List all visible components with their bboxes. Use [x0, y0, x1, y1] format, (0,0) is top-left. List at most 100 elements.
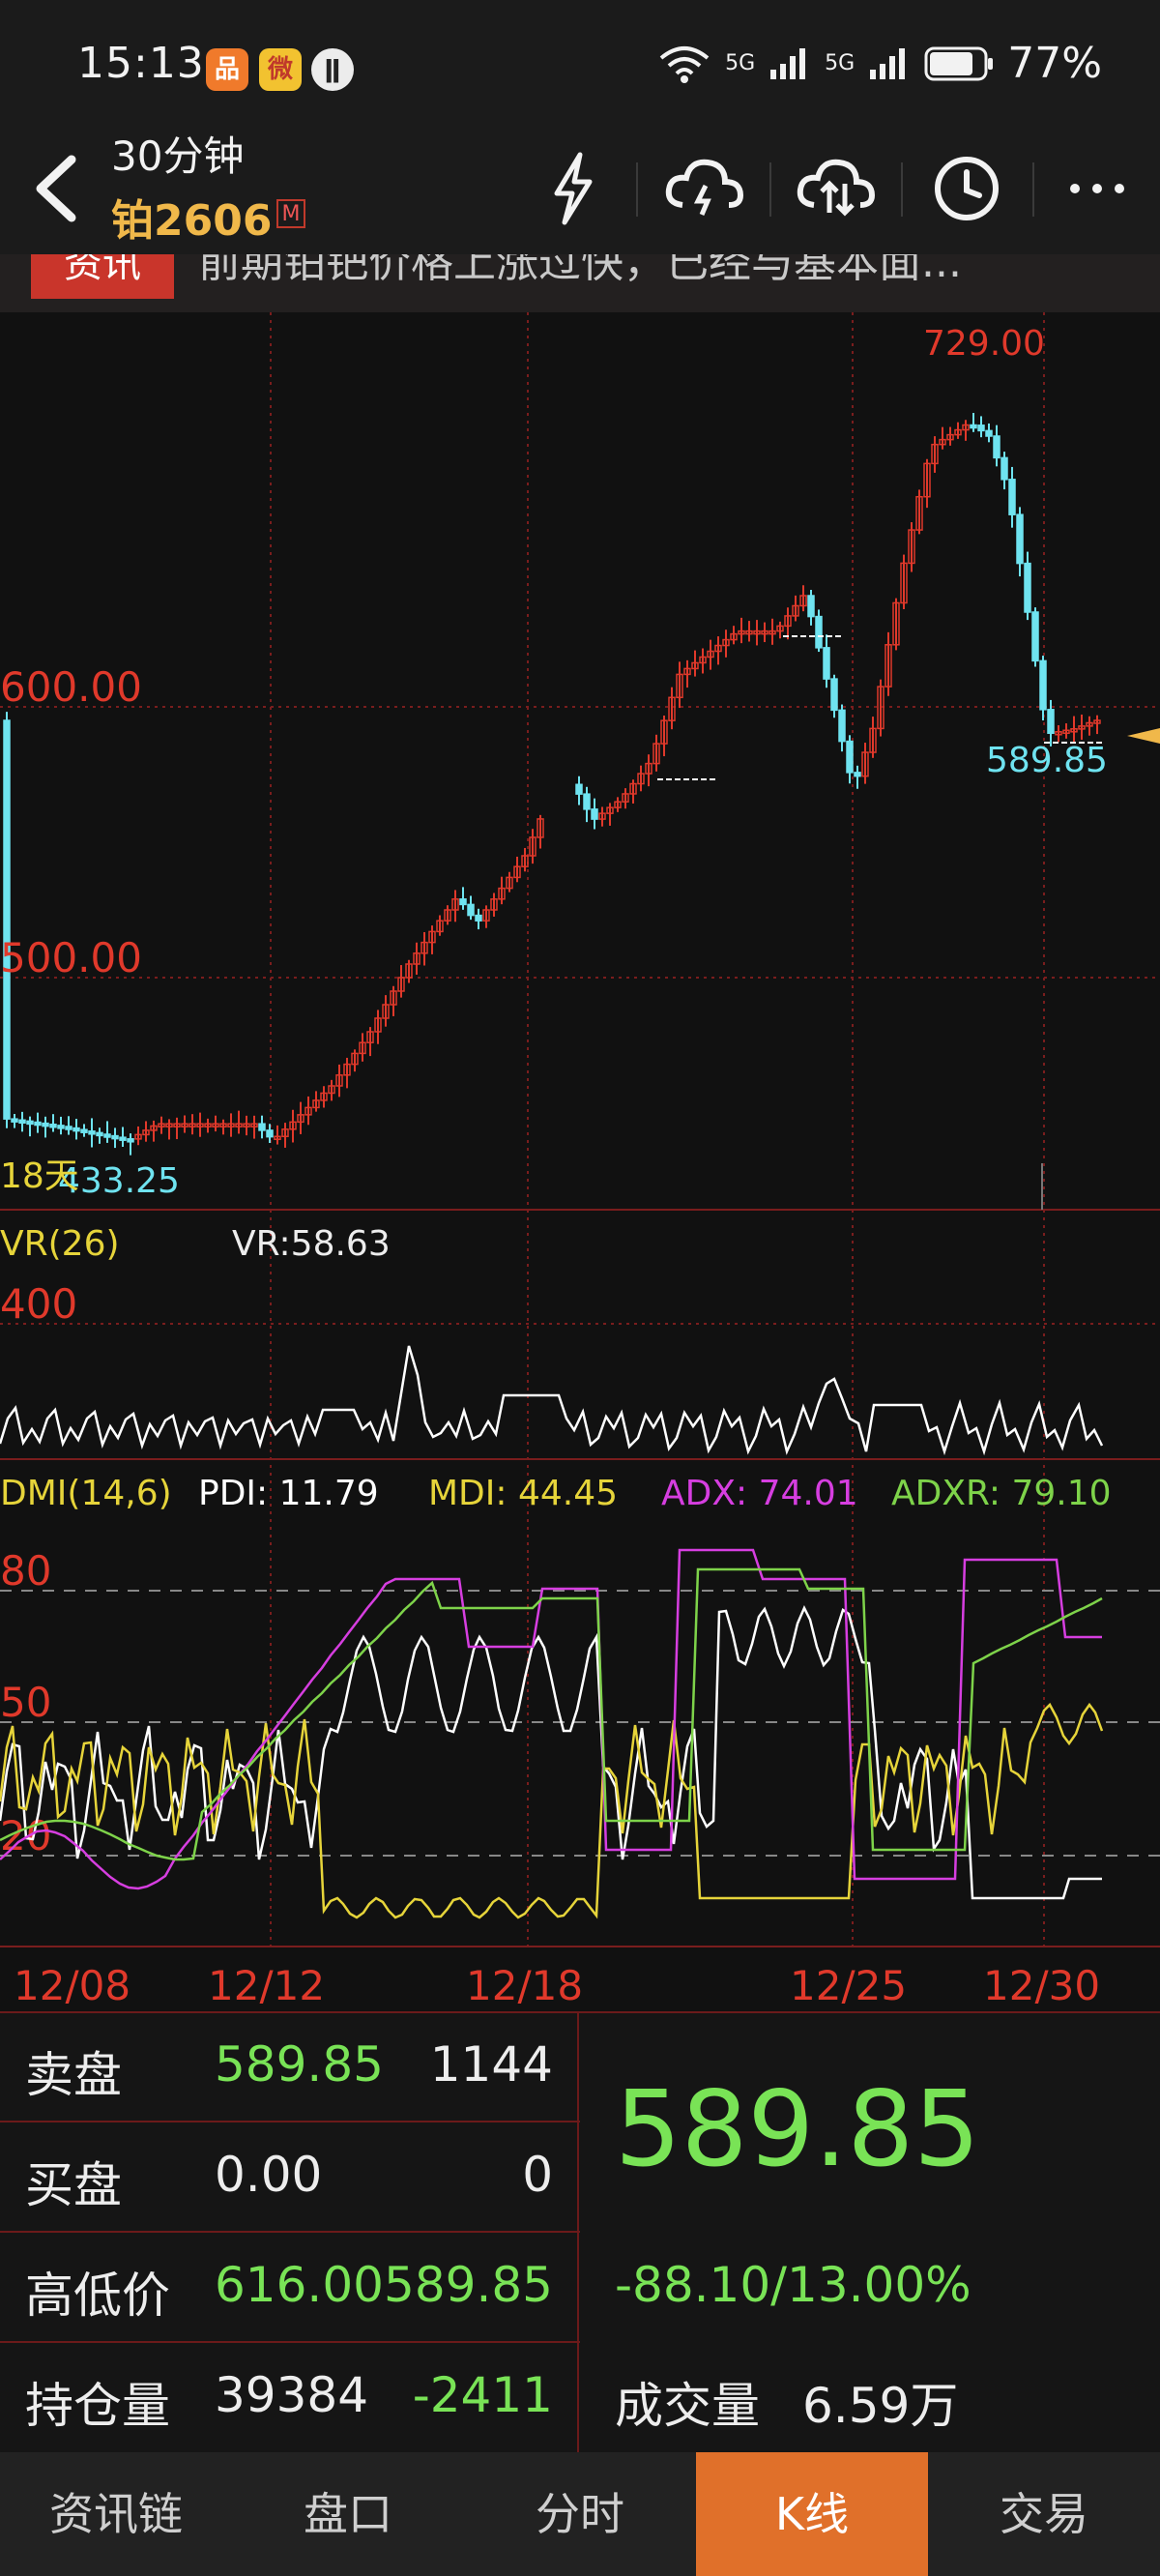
open-interest: 39384	[215, 2367, 369, 2423]
more-icon[interactable]	[1054, 145, 1141, 232]
volume-value: 6.59万	[802, 2378, 959, 2434]
date-label: 12/25	[790, 1962, 907, 2009]
candle-body	[34, 1121, 42, 1127]
candle-body	[854, 772, 861, 777]
candle-body	[1031, 611, 1039, 662]
candle-body	[815, 615, 823, 649]
candle-body	[467, 903, 475, 917]
news-headline[interactable]: 前期铂钯价格上涨过快，已经与基本面...	[198, 254, 962, 289]
open-interest-label: 持仓量	[25, 2378, 170, 2434]
vr-title: VR(26)	[0, 1224, 120, 1264]
battery-level: 77%	[1007, 39, 1102, 88]
candle-body	[591, 808, 598, 820]
news-tag: 资讯	[31, 254, 174, 299]
app-notification-icon: 品	[206, 48, 248, 91]
candle-body	[18, 1119, 26, 1125]
open-interest-change: -2411	[412, 2367, 553, 2423]
news-ticker[interactable]: 资讯 前期铂钯价格上涨过快，已经与基本面...	[0, 254, 1160, 312]
candle-body	[11, 1118, 18, 1123]
volume-label: 成交量	[615, 2378, 760, 2434]
dmi-axis-50: 50	[0, 1679, 51, 1726]
quote-panel: 卖盘 589.85 1144 买盘 0.00 0 高低价 616.00 589.…	[0, 2011, 1160, 2452]
candle-body	[80, 1128, 88, 1133]
buy-volume: 0	[522, 2147, 553, 2203]
candle-body	[111, 1134, 119, 1140]
candle-body	[72, 1127, 80, 1132]
tab-intraday[interactable]: 分时	[464, 2452, 696, 2576]
symbol-label[interactable]: 铂2606	[111, 186, 272, 248]
date-label: 12/08	[14, 1962, 130, 2009]
weibo-icon: 微	[259, 48, 302, 91]
candle-body	[3, 719, 11, 1120]
price-grid-label-500: 500.00	[0, 934, 142, 981]
candle-body	[57, 1125, 65, 1129]
candle-body	[42, 1122, 49, 1127]
candle-body	[1000, 456, 1008, 481]
last-price: 589.85	[615, 2069, 980, 2190]
bottom-nav: 资讯链 盘口 分时 K线 交易	[0, 2452, 1160, 2576]
vr-value: VR:58.63	[232, 1224, 391, 1264]
buy-price: 0.00	[215, 2147, 323, 2203]
sell-volume: 1144	[429, 2036, 553, 2093]
price-change: -88.10/13.00%	[615, 2257, 972, 2313]
candle-body	[977, 424, 985, 432]
high-low-label: 高低价	[25, 2268, 170, 2324]
date-label: 12/18	[466, 1962, 583, 2009]
adxr-value: ADXR: 79.10	[891, 1474, 1112, 1513]
battery-icon	[924, 46, 994, 80]
last-price-label: 589.85	[986, 741, 1108, 780]
signal-icon-2	[870, 47, 906, 79]
days-label: 18天	[0, 1156, 79, 1196]
candle-body	[1024, 562, 1031, 613]
cloud-lightning-icon[interactable]	[661, 145, 748, 232]
candle-body	[258, 1123, 266, 1131]
kline-chart[interactable]: 600.00 500.00 729.00 433.25 589.85 18天 V…	[0, 312, 1160, 2011]
cloud-sync-icon[interactable]	[793, 145, 880, 232]
candle-body	[970, 424, 977, 429]
candle-body	[119, 1136, 127, 1141]
symbol-badge: M	[276, 199, 305, 228]
candle-body	[846, 740, 854, 774]
candle-body	[26, 1120, 34, 1126]
candle-body	[127, 1138, 134, 1143]
date-label: 12/12	[208, 1962, 325, 2009]
candle-body	[1008, 479, 1016, 515]
lightning-icon[interactable]	[530, 145, 617, 232]
clock-icon[interactable]	[923, 145, 1010, 232]
candle-body	[65, 1126, 72, 1130]
candle-body	[96, 1131, 103, 1137]
tab-order-book[interactable]: 盘口	[232, 2452, 464, 2576]
candle-body	[1047, 709, 1055, 735]
app-circle-icon: ǁ	[311, 48, 354, 91]
low-price: 589.85	[384, 2257, 553, 2313]
candle-body	[807, 595, 815, 618]
candle-body	[49, 1124, 57, 1128]
tab-kline[interactable]: K线	[696, 2452, 928, 2576]
mdi-value: MDI: 44.45	[428, 1474, 618, 1513]
period-label[interactable]: 30分钟	[111, 124, 244, 183]
sell-price: 589.85	[215, 2036, 384, 2093]
candle-body	[823, 647, 830, 680]
candle-body	[1016, 513, 1024, 565]
dmi-title: DMI(14,6)	[0, 1474, 172, 1513]
buy-label: 买盘	[25, 2157, 122, 2213]
tab-trade[interactable]: 交易	[928, 2452, 1160, 2576]
adx-value: ADX: 74.01	[661, 1474, 858, 1513]
candle-body	[459, 898, 467, 906]
candle-body	[830, 678, 838, 712]
candle-body	[993, 435, 1000, 459]
candle-body	[583, 793, 591, 810]
high-price: 616.00	[215, 2257, 384, 2313]
price-grid-label-600: 600.00	[0, 663, 142, 711]
tab-news-chain[interactable]: 资讯链	[0, 2452, 232, 2576]
candle-body	[985, 429, 993, 437]
dmi-axis-80: 80	[0, 1547, 51, 1595]
candle-body	[266, 1129, 274, 1138]
pdi-value: PDI: 11.79	[198, 1474, 379, 1513]
candle-body	[103, 1133, 111, 1138]
status-time: 15:13	[77, 39, 205, 88]
candle-body	[475, 914, 482, 922]
back-icon[interactable]	[27, 150, 85, 227]
candle-body	[88, 1130, 96, 1135]
candle-body	[1039, 659, 1047, 711]
